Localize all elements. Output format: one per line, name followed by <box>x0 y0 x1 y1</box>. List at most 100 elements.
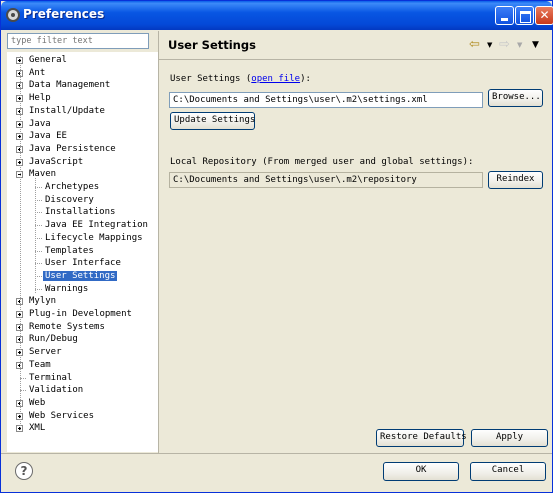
tree-item-label: Run/Debug <box>29 334 78 345</box>
open-file-link[interactable]: open file <box>251 74 300 84</box>
tree-connector <box>35 288 42 290</box>
close-button[interactable]: ✕ <box>535 6 553 25</box>
tree-item[interactable]: Discovery <box>43 194 96 207</box>
tree-connector <box>35 225 42 227</box>
tree-item[interactable]: Data Management <box>27 79 112 92</box>
tree-item[interactable]: Help <box>27 92 53 105</box>
tree-item[interactable]: Lifecycle Mappings <box>43 232 145 245</box>
tree-child-line <box>35 178 36 293</box>
tree-connector <box>35 187 42 188</box>
tree-item-label: Install/Update <box>29 105 105 116</box>
tree-item[interactable]: Ant <box>27 67 47 80</box>
title-bar[interactable]: Preferences ✕ <box>1 1 553 30</box>
tree-connector <box>35 250 42 252</box>
ok-button[interactable]: OK <box>383 462 459 481</box>
restore-defaults-button[interactable]: Restore Defaults <box>376 429 467 447</box>
tree-item[interactable]: Remote Systems <box>27 321 107 334</box>
tree-item-label: Ant <box>29 67 46 78</box>
tree-item[interactable]: User Settings <box>43 270 118 283</box>
tree-item[interactable]: Run/Debug <box>27 333 80 346</box>
tree-item[interactable]: Plug-in Development <box>27 308 134 321</box>
tree-item-label: Discovery <box>45 194 94 205</box>
tree-connector <box>35 263 42 265</box>
tree-item[interactable]: Server <box>27 346 64 359</box>
tree-item-label: Java EE <box>29 131 67 142</box>
page-title: User Settings <box>168 38 256 52</box>
tree-item-label: Installations <box>45 207 116 218</box>
tree-item-label: XML <box>29 423 46 434</box>
browse-button[interactable]: Browse... <box>488 89 543 107</box>
preferences-window: Preferences ✕ General Ant Data Management H… <box>0 0 553 493</box>
tree-item[interactable]: Web <box>27 397 47 410</box>
tree-item[interactable]: User Interface <box>43 257 123 270</box>
tree-item-label: Web Services <box>29 410 95 421</box>
tree-item[interactable]: Java EE Integration <box>43 219 150 232</box>
tree-item[interactable]: Templates <box>43 245 96 258</box>
help-icon[interactable]: ? <box>15 462 33 480</box>
tree-item[interactable]: Terminal <box>27 372 74 385</box>
tree-item-label: General <box>29 55 67 65</box>
back-arrow-icon[interactable]: ⇦ <box>469 37 480 52</box>
tree-root-line <box>20 56 21 431</box>
eclipse-icon <box>6 8 20 22</box>
tree-item-label: Terminal <box>29 372 73 383</box>
tree-item-label: Templates <box>45 245 94 256</box>
tree-item[interactable]: Java EE <box>27 130 69 143</box>
tree-item-label: Lifecycle Mappings <box>45 232 143 243</box>
tree-item[interactable]: Validation <box>27 384 85 397</box>
tree-item[interactable]: Warnings <box>43 283 90 296</box>
tree-item[interactable]: Team <box>27 359 53 372</box>
user-settings-label: User Settings (open file): <box>170 74 311 84</box>
maximize-button[interactable] <box>515 6 534 25</box>
tree-item-label: JavaScript <box>29 156 84 167</box>
user-settings-field[interactable]: C:\Documents and Settings\user\.m2\setti… <box>169 92 483 108</box>
footer-separator <box>1 453 552 454</box>
tree-item-label: Data Management <box>29 80 111 91</box>
update-settings-button[interactable]: Update Settings <box>170 112 255 130</box>
tree-item[interactable]: XML <box>27 422 47 435</box>
tree-item-label: Java <box>29 118 51 129</box>
tree-item[interactable]: Installations <box>43 206 117 219</box>
local-repository-field: C:\Documents and Settings\user\.m2\repos… <box>169 172 483 188</box>
tree-connector <box>35 275 42 277</box>
tree-item[interactable]: Web Services <box>27 410 96 423</box>
user-settings-label-text: User Settings ( <box>170 74 252 84</box>
tree-item-label: Java Persistence <box>29 143 116 154</box>
forward-arrow-icon[interactable]: ⇨ <box>499 37 510 52</box>
tree-item[interactable]: Mylyn <box>27 295 58 308</box>
back-history-dropdown-icon[interactable]: ▼ <box>487 41 492 49</box>
forward-history-dropdown-icon[interactable]: ▼ <box>517 41 522 49</box>
tree-connector <box>35 237 42 239</box>
tree-item-label: Validation <box>29 385 84 396</box>
view-menu-icon[interactable]: ▼ <box>532 40 539 50</box>
tree-item[interactable]: JavaScript <box>27 156 85 169</box>
tree-item[interactable]: Java <box>27 118 53 131</box>
minimize-button[interactable] <box>495 6 514 25</box>
window-title: Preferences <box>23 7 105 21</box>
tree-item[interactable]: Install/Update <box>27 105 107 118</box>
tree-item-label: Help <box>29 93 51 104</box>
tree-item-label: User Interface <box>45 258 121 269</box>
preference-tree[interactable]: General Ant Data Management Help Install/Upd… <box>7 52 158 452</box>
tree-item[interactable]: Java Persistence <box>27 143 118 156</box>
local-repository-label: Local Repository (From merged user and g… <box>170 157 474 167</box>
reindex-button[interactable]: Reindex <box>488 171 543 189</box>
tree-item-label: User Settings <box>43 270 118 281</box>
apply-button[interactable]: Apply <box>471 429 548 447</box>
user-settings-label-end: ): <box>300 74 311 84</box>
tree-item-label: Java EE Integration <box>45 220 148 231</box>
tree-item-label: Mylyn <box>29 296 57 307</box>
tree-item[interactable]: Archetypes <box>43 181 101 194</box>
filter-input[interactable] <box>7 33 149 49</box>
tree-item-label: Maven <box>29 169 57 180</box>
tree-connector <box>35 199 42 201</box>
tree-item[interactable]: Maven <box>27 168 58 181</box>
cancel-button[interactable]: Cancel <box>470 462 546 481</box>
tree-connector <box>35 212 42 214</box>
tree-item-label: Server <box>29 347 62 358</box>
tree-item-label: Team <box>29 359 51 370</box>
tree-item-label: Web <box>29 397 46 408</box>
tree-item[interactable]: General <box>27 54 69 67</box>
tree-item-label: Archetypes <box>45 182 100 192</box>
tree-item-label: Remote Systems <box>29 321 105 332</box>
